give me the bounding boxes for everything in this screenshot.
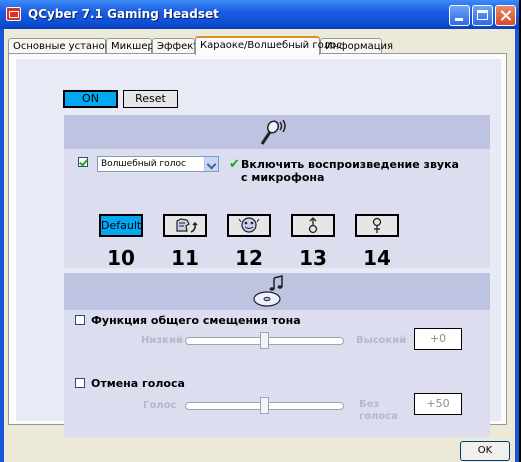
pitch-value-field[interactable]: +0 [414,328,462,350]
cartoon-voice-button[interactable] [227,214,271,237]
panel-inner: ON Reset Волшебный голос ✔ Включить восп… [16,59,501,437]
voice-cancel-slider-thumb[interactable] [260,397,269,414]
pitch-shift-checkbox[interactable] [75,315,85,325]
tab-mixer[interactable]: Микшер [106,38,154,54]
voice-cancel-high-label-line2: голоса [359,411,398,422]
mic-playback-label: Включить воспроизведение звука с микрофо… [241,158,459,184]
magic-voice-select[interactable]: Волшебный голос [97,156,219,172]
reset-button[interactable]: Reset [123,90,178,108]
voice-cancel-checkbox[interactable] [75,378,85,388]
close-button[interactable] [495,5,516,26]
maximize-button[interactable] [472,5,493,26]
check-icon: ✔ [229,157,240,172]
callout-number-12: 12 [235,246,263,270]
tab-karaoke-magic-voice[interactable]: Караоке/Волшебный голос [195,36,342,55]
default-voice-button[interactable]: Default [99,214,143,237]
monster-icon [176,218,198,233]
male-symbol-icon [308,217,318,234]
magic-voice-checkbox[interactable] [78,157,88,167]
karaoke-header [64,273,490,310]
male-voice-button[interactable] [291,214,335,237]
voice-cancel-value-field[interactable]: +50 [414,393,462,415]
mic-playback-label-line1: Включить воспроизведение звука [241,158,459,171]
title-bar[interactable]: QCyber 7.1 Gaming Headset [0,0,519,29]
magic-voice-select-value: Волшебный голос [101,159,186,169]
app-window: QCyber 7.1 Gaming Headset Основные устан… [0,0,519,462]
callout-number-13: 13 [299,246,327,270]
microphone-icon [260,119,286,145]
voice-cancel-label: Отмена голоса [91,377,185,390]
magic-voice-group: Волшебный голос ✔ Включить воспроизведен… [64,115,490,270]
tab-panel: ON Reset Волшебный голос ✔ Включить восп… [8,53,507,437]
cd-music-icon [253,275,283,307]
female-symbol-icon [372,217,382,233]
pitch-slider-thumb[interactable] [260,332,269,349]
tab-basic-settings[interactable]: Основные установки [8,38,123,54]
window-title: QCyber 7.1 Gaming Headset [28,7,219,21]
voice-cancel-high-label: Без голоса [359,399,398,423]
tab-effect[interactable]: Эффект [152,38,199,54]
callout-number-10: 10 [107,246,135,270]
mic-playback-label-line2: с микрофона [241,171,325,184]
female-voice-button[interactable] [355,214,399,237]
cartoon-face-icon [238,217,260,233]
magic-voice-header [64,115,490,149]
pitch-high-label: Высокий [356,335,407,346]
on-button[interactable]: ON [63,90,118,108]
pitch-shift-label: Функция общего смещения тона [91,314,301,327]
voice-cancel-low-label: Голос [143,400,177,411]
client-area: Основные установки Микшер Эффект Караоке… [4,29,515,462]
callout-number-11: 11 [171,246,199,270]
chevron-down-icon[interactable] [204,157,218,171]
pitch-low-label: Низкий [141,335,183,346]
app-icon [6,7,21,21]
voice-cancel-high-label-line1: Без [359,399,380,410]
minimize-button[interactable] [449,5,470,26]
monster-voice-button[interactable] [163,214,207,237]
karaoke-group: Функция общего смещения тона Низкий Высо… [64,273,490,437]
ok-button[interactable]: OK [460,441,510,461]
callout-number-14: 14 [363,246,391,270]
